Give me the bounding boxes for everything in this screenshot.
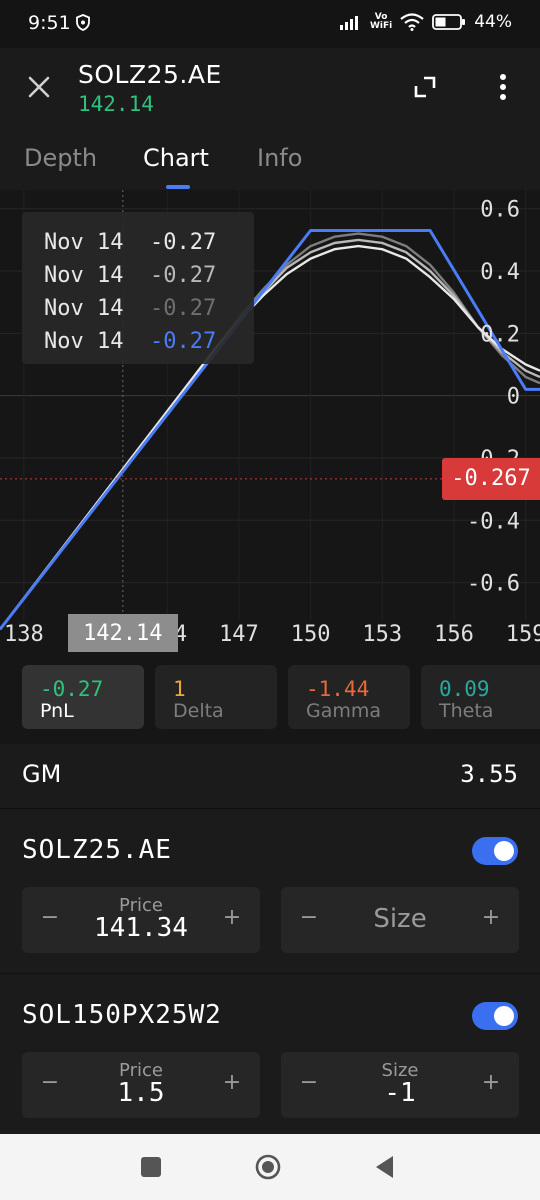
x-tick-label: 147 bbox=[219, 622, 259, 647]
leg-card: SOL150PX25W2 − Price 1.5 + − Size -1 + bbox=[0, 974, 540, 1139]
y-tick-label: 0.4 bbox=[480, 260, 520, 285]
y-tick-label: 0.2 bbox=[480, 322, 520, 347]
price-stepper: − Price 1.5 + bbox=[22, 1052, 260, 1118]
greek-card-gamma[interactable]: -1.44 Gamma bbox=[288, 665, 410, 729]
size-stepper: − Size + bbox=[281, 887, 519, 953]
fullscreen-icon[interactable] bbox=[410, 72, 440, 102]
y-tick-label: -0.6 bbox=[467, 572, 520, 597]
gm-value: 3.55 bbox=[460, 760, 518, 788]
tooltip-date: Nov 14 bbox=[44, 296, 124, 321]
greek-value: 1 bbox=[173, 677, 186, 701]
tab-chart[interactable]: Chart bbox=[143, 144, 209, 172]
tooltip-value: -0.27 bbox=[149, 296, 217, 321]
price-increment-button[interactable]: + bbox=[222, 1070, 242, 1095]
close-icon[interactable] bbox=[22, 70, 56, 104]
x-tick-label: 138 bbox=[4, 622, 44, 647]
greek-card-pnl[interactable]: -0.27 PnL bbox=[22, 665, 144, 729]
shield-icon bbox=[76, 14, 90, 31]
leg-card: SOLZ25.AE − Price 141.34 + − Size + bbox=[0, 809, 540, 974]
tab-bar: Depth Chart Info bbox=[0, 126, 540, 191]
status-time: 9:51 bbox=[28, 12, 71, 34]
leg-name: SOLZ25.AE bbox=[22, 835, 172, 865]
size-increment-button[interactable]: + bbox=[481, 1070, 501, 1095]
size-increment-button[interactable]: + bbox=[481, 905, 501, 930]
greek-value: 0.09 bbox=[439, 677, 490, 701]
battery-percent: 44% bbox=[474, 12, 512, 32]
greek-value: -1.44 bbox=[306, 677, 370, 701]
home-icon[interactable] bbox=[253, 1152, 283, 1182]
more-vertical-icon[interactable] bbox=[488, 70, 518, 104]
tooltip-value: -0.27 bbox=[149, 329, 217, 354]
wifi-icon bbox=[400, 13, 424, 31]
y-tick-label: 0.6 bbox=[480, 198, 520, 223]
y-tick-label: 0 bbox=[507, 385, 520, 410]
greek-card-delta[interactable]: 1 Delta bbox=[155, 665, 277, 729]
greek-value: -0.27 bbox=[40, 677, 104, 701]
greek-label: PnL bbox=[40, 700, 74, 722]
greek-card-theta[interactable]: 0.09 Theta bbox=[421, 665, 540, 729]
instrument-title: SOLZ25.AE bbox=[78, 60, 222, 89]
vowifi-icon: Vo WiFi bbox=[369, 12, 393, 31]
crosshair-price-label: 142.14 bbox=[67, 614, 178, 654]
greek-label: Gamma bbox=[306, 700, 382, 722]
greek-label: Delta bbox=[173, 700, 224, 722]
tooltip-value: -0.27 bbox=[149, 230, 217, 255]
y-tick-label: -0.4 bbox=[467, 509, 520, 534]
signal-icon bbox=[339, 16, 358, 30]
battery-icon bbox=[432, 14, 466, 30]
system-nav-bar bbox=[0, 1134, 540, 1200]
gm-label: GM bbox=[22, 760, 62, 788]
x-tick-label: 150 bbox=[291, 622, 331, 647]
greeks-row: -0.27 PnL 1 Delta -1.44 Gamma 0.09 Theta bbox=[0, 652, 540, 744]
leg-enabled-toggle[interactable] bbox=[472, 837, 518, 865]
chart-tooltip: Nov 14 -0.27 Nov 14 -0.27 Nov 14 -0.27 N… bbox=[22, 212, 254, 364]
tooltip-date: Nov 14 bbox=[44, 263, 124, 288]
gm-row: GM 3.55 bbox=[0, 744, 540, 809]
leg-name: SOL150PX25W2 bbox=[22, 1000, 222, 1030]
back-icon[interactable] bbox=[370, 1152, 400, 1182]
price-stepper: − Price 141.34 + bbox=[22, 887, 260, 953]
x-tick-label: 159 bbox=[506, 622, 540, 647]
payoff-chart[interactable]: 0.60.40.20-0.2-0.4-0.6138144147150153156… bbox=[0, 190, 540, 654]
price-increment-button[interactable]: + bbox=[222, 905, 242, 930]
tooltip-date: Nov 14 bbox=[44, 230, 124, 255]
size-stepper: − Size -1 + bbox=[281, 1052, 519, 1118]
x-tick-label: 156 bbox=[434, 622, 474, 647]
instrument-price: 142.14 bbox=[78, 92, 154, 116]
x-tick-label: 153 bbox=[362, 622, 402, 647]
current-pnl-tag: -0.267 bbox=[442, 457, 540, 500]
tooltip-value: -0.27 bbox=[149, 263, 217, 288]
recents-icon[interactable] bbox=[136, 1152, 166, 1182]
active-tab-indicator bbox=[166, 185, 190, 189]
greek-label: Theta bbox=[439, 700, 494, 722]
tab-info[interactable]: Info bbox=[257, 144, 302, 172]
leg-enabled-toggle[interactable] bbox=[472, 1002, 518, 1030]
status-bar: 9:51 Vo WiFi 44% bbox=[0, 0, 540, 48]
tab-depth[interactable]: Depth bbox=[24, 144, 97, 172]
header: SOLZ25.AE 142.14 bbox=[0, 48, 540, 126]
tooltip-date: Nov 14 bbox=[44, 329, 124, 354]
